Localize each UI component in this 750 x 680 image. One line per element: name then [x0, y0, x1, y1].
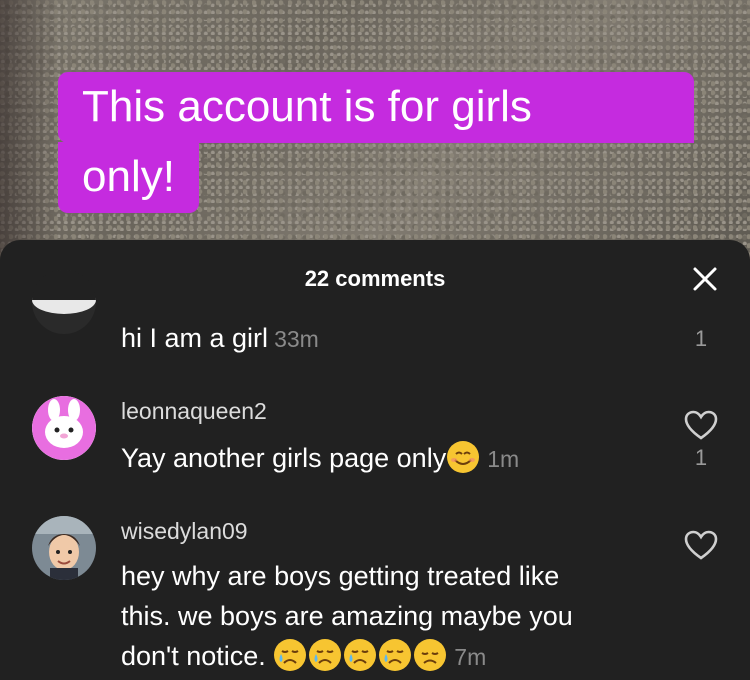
avatar[interactable]: [32, 516, 96, 580]
crying-face-icon: [273, 638, 307, 672]
comment-text: hi I am a girl 33m: [121, 323, 319, 353]
comment-time: 1m: [487, 446, 520, 472]
comments-sheet: 22 comments hi I am a girl 33m 1 leonnaq…: [0, 240, 750, 680]
smiling-face-icon: [446, 440, 480, 474]
avatar[interactable]: [32, 396, 96, 460]
like-button[interactable]: 1: [682, 326, 720, 352]
like-count: 1: [694, 445, 708, 470]
heart-icon[interactable]: [684, 530, 718, 560]
like-button[interactable]: 1: [682, 410, 720, 471]
comment-text: Yay another girls page only 1m: [121, 438, 641, 479]
close-icon[interactable]: [690, 264, 720, 294]
avatar[interactable]: [32, 270, 96, 334]
comment-count: 22 comments: [304, 266, 446, 291]
comment-item: wisedylan09 hey why are boys getting tre…: [0, 510, 750, 680]
caption-line-1: This account is for girls: [58, 72, 694, 144]
comment-username[interactable]: leonnaqueen2: [121, 398, 267, 425]
like-button[interactable]: [682, 530, 720, 565]
video-shadow: [0, 0, 60, 260]
like-count: 1: [694, 326, 708, 351]
disappointed-face-icon: [413, 638, 447, 672]
comment-item: hi I am a girl 33m 1: [0, 270, 750, 370]
comment-item: leonnaqueen2 Yay another girls page only…: [0, 390, 750, 490]
heart-icon[interactable]: [684, 410, 718, 440]
comment-time: 33m: [274, 326, 319, 352]
crying-face-icon: [378, 638, 412, 672]
comment-username[interactable]: wisedylan09: [121, 518, 248, 545]
video-caption: This account is for girls only!: [58, 72, 694, 214]
comment-text: hey why are boys getting treated like th…: [121, 561, 573, 672]
comment-time: 7m: [454, 644, 487, 670]
crying-face-icon: [343, 638, 377, 672]
crying-face-icon: [308, 638, 342, 672]
caption-line-2: only!: [58, 142, 199, 214]
